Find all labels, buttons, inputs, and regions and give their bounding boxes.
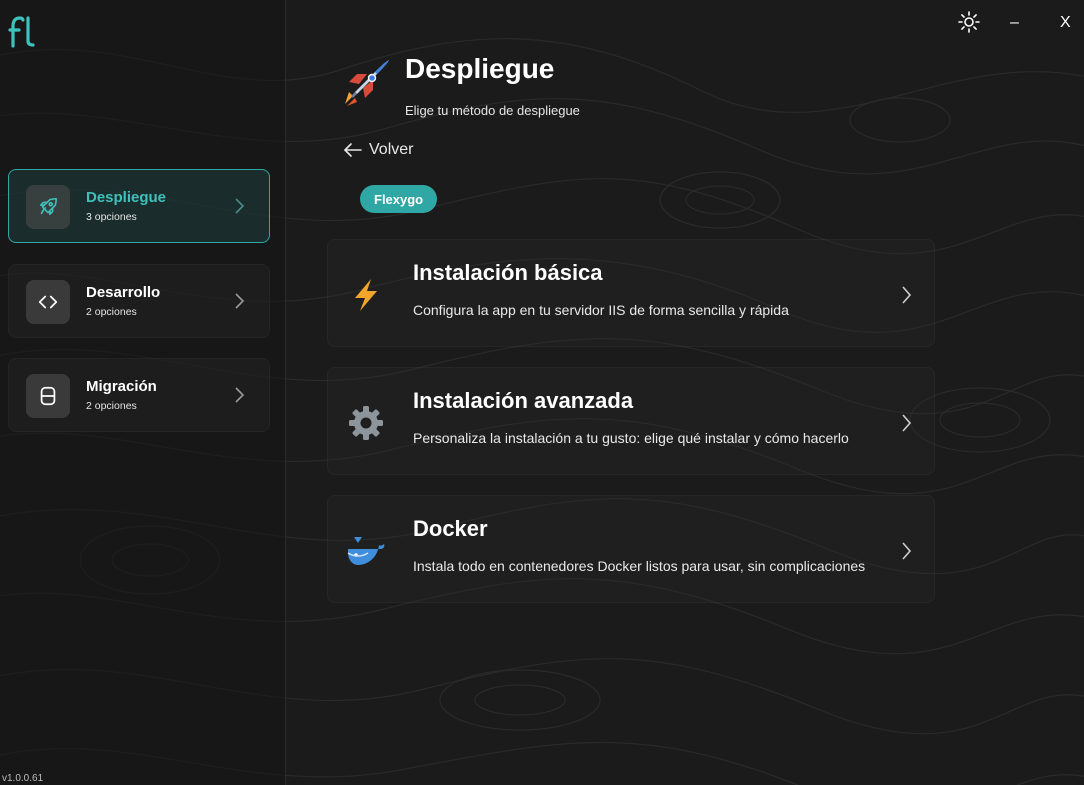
app-version: v1.0.0.61 [2, 773, 44, 784]
database-icon [40, 386, 56, 406]
option-title: Instalación básica [413, 260, 603, 285]
chevron-right-icon [235, 198, 245, 214]
option-description: Instala todo en contenedores Docker list… [413, 558, 866, 574]
code-brackets-icon [38, 295, 58, 309]
rocket-outline-icon [39, 197, 58, 216]
sidebar-item-count: 2 opciones [86, 306, 137, 318]
theme-toggle-button[interactable] [957, 10, 981, 34]
chevron-right-icon [902, 542, 912, 560]
sidebar-item-migracion[interactable]: Migración 2 opciones [8, 358, 270, 432]
option-icon [344, 529, 388, 573]
option-description: Configura la app en tu servidor IIS de f… [413, 302, 789, 318]
sidebar-item-label: Migración [86, 378, 157, 395]
chevron-right-icon [235, 293, 245, 309]
gear-icon [349, 406, 383, 440]
option-card-docker[interactable]: Docker Instala todo en contenedores Dock… [327, 495, 935, 603]
sidebar-item-despliegue[interactable]: Despliegue 3 opciones [8, 169, 270, 243]
minimize-button[interactable]: – [1010, 14, 1019, 32]
chevron-right-icon [902, 286, 912, 304]
back-button[interactable]: Volver [343, 141, 413, 159]
sidebar-item-label: Despliegue [86, 189, 167, 206]
main-content: Despliegue Elige tu método de despliegue… [287, 0, 1084, 785]
sidebar-icon-box [26, 280, 70, 324]
sidebar: Despliegue 3 opciones Desarrollo 2 opcio… [0, 0, 286, 785]
chevron-right-icon [235, 387, 245, 403]
option-card-basic[interactable]: Instalación básica Configura la app en t… [327, 239, 935, 347]
sidebar-icon-box [26, 185, 70, 229]
filter-chip-flexygo[interactable]: Flexygo [360, 185, 438, 213]
option-icon [344, 273, 388, 317]
option-title: Docker [413, 516, 488, 541]
option-title: Instalación avanzada [413, 388, 634, 413]
sidebar-icon-box [26, 374, 70, 418]
sun-icon [958, 11, 980, 33]
sidebar-item-desarrollo[interactable]: Desarrollo 2 opciones [8, 264, 270, 338]
lightning-icon [355, 279, 377, 311]
docker-whale-icon [347, 537, 385, 565]
sidebar-item-count: 3 opciones [86, 211, 137, 223]
close-button[interactable]: X [1060, 14, 1071, 32]
sidebar-item-label: Desarrollo [86, 284, 161, 301]
sidebar-item-count: 2 opciones [86, 400, 137, 412]
page-title: Despliegue [405, 53, 555, 84]
option-card-advanced[interactable]: Instalación avanzada Personaliza la inst… [327, 367, 935, 475]
page-subtitle: Elige tu método de despliegue [405, 103, 580, 118]
option-description: Personaliza la instalación a tu gusto: e… [413, 430, 849, 446]
rocket-icon [345, 60, 389, 106]
back-label: Volver [369, 141, 414, 158]
arrow-left-icon [344, 143, 362, 157]
option-icon [344, 401, 388, 445]
logo-mark-icon [8, 16, 35, 48]
chevron-right-icon [902, 414, 912, 432]
app-logo [8, 14, 40, 53]
